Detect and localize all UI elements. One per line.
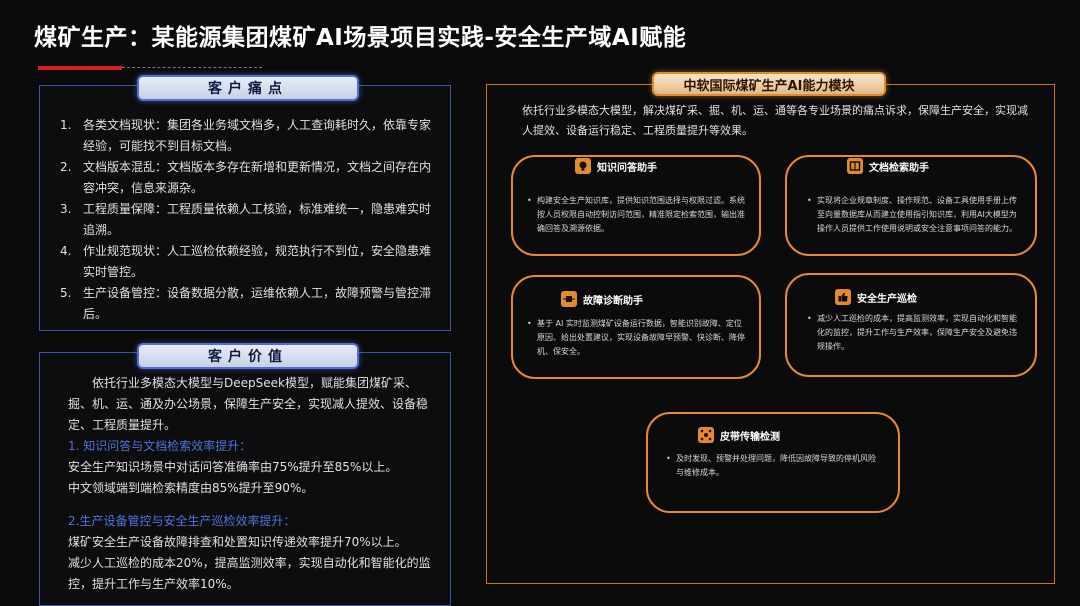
card-text: 实现将企业规章制度、操作规范、设备工具使用手册上传至向量数据库从而建立使用指引知… — [817, 196, 1017, 233]
customer-value-body: 依托行业多模态大模型与DeepSeek模型，赋能集团煤矿采、掘、机、运、通及办公… — [68, 373, 438, 595]
value-intro: 依托行业多模态大模型与DeepSeek模型，赋能集团煤矿采、掘、机、运、通及办公… — [68, 376, 429, 432]
card-text: 构建安全生产知识库，提供知识范围选择与权限过滤。系统按人员权限自动控制访问范围，… — [537, 196, 745, 233]
network-icon — [698, 427, 714, 443]
title-divider — [122, 67, 262, 68]
card-header: 知识问答助手 — [575, 156, 685, 176]
customer-value-tag: 客户价值 — [137, 343, 359, 369]
book-search-icon — [847, 158, 863, 174]
card-text: 减少人工巡检的成本，提高监测效率，实现自动化和智能化的监控，提升工作与生产效率，… — [817, 314, 1017, 351]
card-text: 基于 AI 实时监测煤矿设备运行数据，智能识别故障、定位原因、给出处置建议，实现… — [537, 319, 745, 356]
list-item: 4. 作业规范现状：人工巡检依赖经验，规范执行不到位，安全隐患难实时管控。 — [60, 244, 432, 279]
value-section-title: 2.生产设备管控与安全生产巡检效率提升： — [68, 514, 296, 528]
card-title: 文档检索助手 — [869, 162, 929, 174]
list-item: 5. 生产设备管控：设备数据分散，运维依赖人工，故障预警与管控滞后。 — [60, 286, 432, 321]
card-knowledge-qa: 知识问答助手 • 构建安全生产知识库，提供知识范围选择与权限过滤。系统按人员权限自… — [511, 155, 761, 256]
card-header: 皮带传输检测 — [698, 425, 818, 445]
card-title: 知识问答助手 — [597, 162, 657, 174]
card-text: 及时发现、预警并处理问题，降低因故障导致的停机风险与维修成本。 — [676, 454, 876, 477]
card-title: 皮带传输检测 — [720, 431, 780, 443]
pain-points-list: 1. 各类文档现状：集团各业务域文档多，人工查询耗时久，依靠专家经验，可能找不到… — [60, 115, 432, 325]
card-document-search: 文档检索助手 • 实现将企业规章制度、操作规范、设备工具使用手册上传至向量数据库从… — [785, 155, 1037, 256]
list-item: 3. 工程质量保障：工程质量依赖人工核验，标准难统一，隐患难实时追溯。 — [60, 202, 432, 237]
card-header: 文档检索助手 — [847, 156, 967, 176]
chat-bulb-icon — [575, 158, 591, 174]
circuit-icon — [561, 291, 577, 307]
card-belt-detection: 皮带传输检测 • 及时发现、预警并处理问题，降低因故障导致的停机风险与维修成本。 — [646, 412, 900, 513]
value-line: 煤矿安全生产设备故障排查和处置知识传递效率提升70%以上。 — [68, 535, 407, 549]
list-item: 1. 各类文档现状：集团各业务域文档多，人工查询耗时久，依靠专家经验，可能找不到… — [60, 118, 432, 153]
card-header: 故障诊断助手 — [561, 289, 681, 309]
value-section-title: 1. 知识问答与文档检索效率提升： — [68, 439, 252, 453]
pain-points-panel: 1. 各类文档现状：集团各业务域文档多，人工查询耗时久，依靠专家经验，可能找不到… — [39, 85, 451, 331]
title-accent-bar — [38, 66, 122, 70]
card-fault-diagnosis: 故障诊断助手 • 基于 AI 实时监测煤矿设备运行数据，智能识别故障、定位原因、给… — [511, 275, 761, 379]
thumbs-up-icon — [835, 289, 851, 305]
value-line: 中文领域端到端检索精度由85%提升至90%。 — [68, 481, 314, 495]
card-title: 故障诊断助手 — [583, 295, 643, 307]
pain-points-tag: 客户痛点 — [137, 75, 359, 101]
customer-value-panel: 依托行业多模态大模型与DeepSeek模型，赋能集团煤矿采、掘、机、运、通及办公… — [39, 352, 451, 606]
ai-module-tag: 中软国际煤矿生产AI能力模块 — [652, 72, 886, 96]
list-item: 2. 文档版本混乱：文档版本多存在新增和更新情况，文档之间存在内容冲突，信息来源… — [60, 160, 432, 195]
ai-module-intro: 依托行业多模态大模型，解决煤矿采、掘、机、运、通等各专业场景的痛点诉求，保障生产… — [522, 104, 1028, 137]
card-header: 安全生产巡检 — [835, 287, 955, 307]
card-safety-patrol: 安全生产巡检 • 减少人工巡检的成本，提高监测效率，实现自动化和智能化的监控，提升… — [785, 273, 1037, 377]
card-title: 安全生产巡检 — [857, 293, 917, 305]
value-line: 安全生产知识场景中对话问答准确率由75%提升至85%以上。 — [68, 460, 398, 474]
value-line: 减少人工巡检的成本20%，提高监测效率，实现自动化和智能化的监控，提升工作与生产… — [68, 556, 431, 591]
page-title: 煤矿生产：某能源集团煤矿AI场景项目实践-安全生产域AI赋能 — [34, 25, 687, 51]
